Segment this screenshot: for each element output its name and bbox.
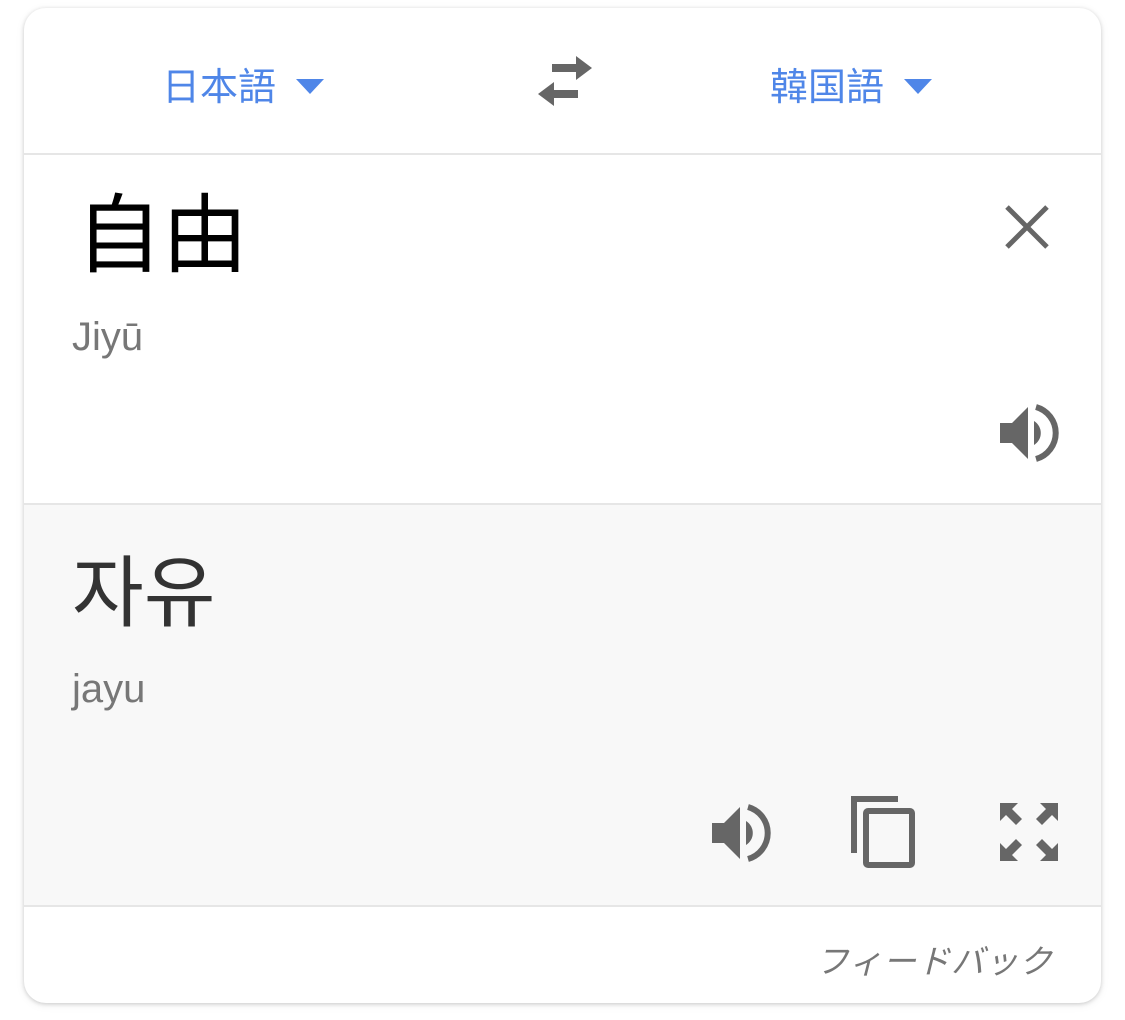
translate-card: 日本語 韓国語 自由 Jiyū 자유 jayu フィードバック xyxy=(24,8,1101,1003)
clear-button[interactable] xyxy=(1002,202,1052,252)
speaker-icon xyxy=(1000,404,1059,462)
source-panel: 自由 Jiyū xyxy=(24,155,1101,505)
chevron-down-icon xyxy=(296,78,325,94)
copy-icon xyxy=(851,796,915,868)
chevron-down-icon xyxy=(904,78,933,94)
footer: フィードバック xyxy=(24,907,1101,1003)
source-text[interactable]: 自由 xyxy=(76,193,248,279)
feedback-link[interactable]: フィードバック xyxy=(816,935,1053,983)
target-language-label: 韓国語 xyxy=(770,64,885,109)
language-bar: 日本語 韓国語 xyxy=(24,8,1101,155)
source-transliteration: Jiyū xyxy=(72,315,144,359)
speaker-icon xyxy=(712,804,771,862)
source-language-selector[interactable]: 日本語 xyxy=(162,58,325,109)
fullscreen-button[interactable] xyxy=(998,801,1060,863)
swap-languages-button[interactable] xyxy=(532,54,598,110)
source-language-label: 日本語 xyxy=(162,64,277,109)
swap-languages-icon xyxy=(538,56,592,106)
close-icon xyxy=(1005,205,1049,249)
result-listen-button[interactable] xyxy=(708,801,772,865)
result-transliteration: jayu xyxy=(72,667,146,711)
source-listen-button[interactable] xyxy=(996,401,1060,465)
target-language-selector[interactable]: 韓国語 xyxy=(770,58,933,109)
fullscreen-icon xyxy=(1000,803,1058,861)
result-text: 자유 xyxy=(72,549,216,639)
result-panel: 자유 jayu xyxy=(24,505,1101,907)
copy-button[interactable] xyxy=(848,793,918,869)
